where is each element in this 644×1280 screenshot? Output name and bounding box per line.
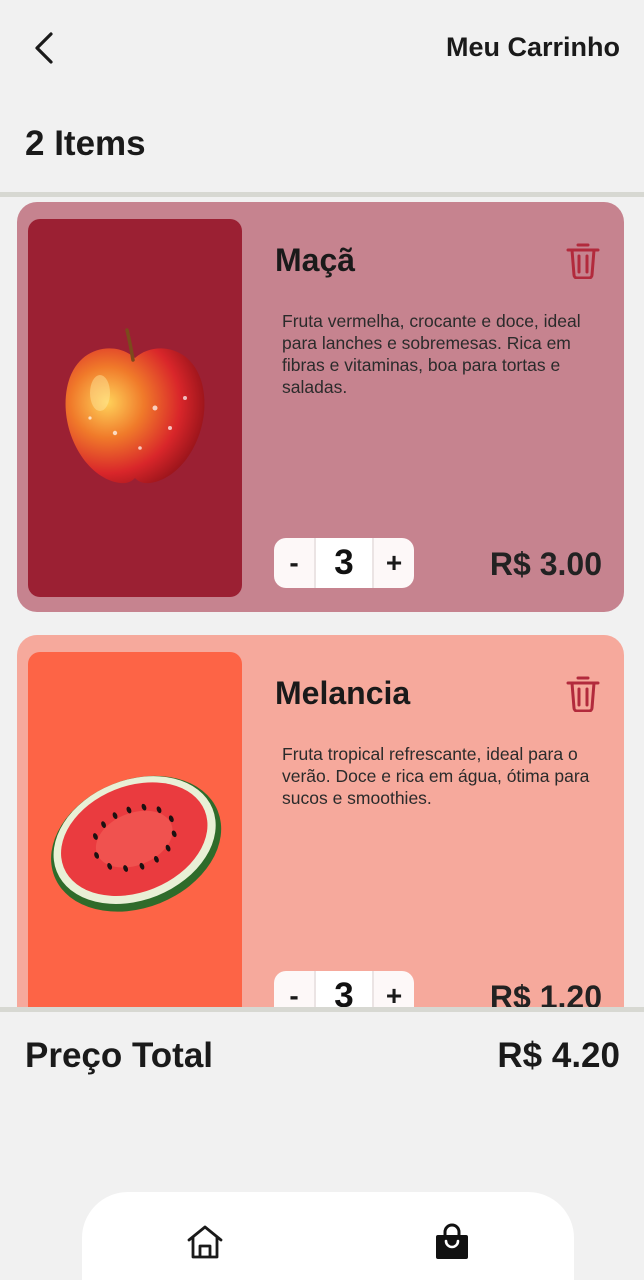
total-value: R$ 4.20 [497,1036,620,1075]
cart-item-card: Maçã Fruta vermelha, crocante e doce, id… [17,202,624,612]
product-name: Maçã [275,242,356,278]
delete-button[interactable] [563,238,603,282]
back-button[interactable] [22,26,66,70]
product-name: Melancia [275,675,411,711]
decrease-button[interactable]: - [274,971,314,1012]
top-bar: Meu Carrinho [0,0,644,100]
apple-image [65,328,205,484]
chevron-left-icon [35,32,53,64]
watermelon-image [51,775,222,912]
home-icon [187,1225,223,1259]
bottom-nav [82,1192,574,1280]
product-image [28,652,242,1012]
trash-icon [566,676,600,712]
cart-list[interactable]: Maçã Fruta vermelha, crocante e doce, id… [0,197,644,1012]
quantity-value: 3 [314,971,374,1012]
total-label: Preço Total [25,1036,214,1075]
product-price: R$ 3.00 [489,546,602,582]
page-title: Meu Carrinho [445,32,620,62]
quantity-stepper: - 3 + [274,538,414,588]
cart-item-card: Melancia Fruta tropical refrescante, ide… [17,635,624,1012]
decrease-button[interactable]: - [274,538,314,588]
increase-button[interactable]: + [374,538,414,588]
product-description: Fruta vermelha, crocante e doce, ideal p… [282,311,581,397]
increase-button[interactable]: + [374,971,414,1012]
nav-cart[interactable] [428,1220,476,1264]
shopping-bag-icon [436,1223,468,1259]
quantity-stepper: - 3 + [274,971,414,1012]
divider [0,1007,644,1012]
nav-home[interactable] [181,1220,229,1264]
product-description: Fruta tropical refrescante, ideal para o… [282,744,590,808]
delete-button[interactable] [563,671,603,715]
quantity-value: 3 [314,538,374,588]
product-image [28,219,242,597]
trash-icon [566,243,600,279]
items-count: 2 Items [25,124,146,163]
